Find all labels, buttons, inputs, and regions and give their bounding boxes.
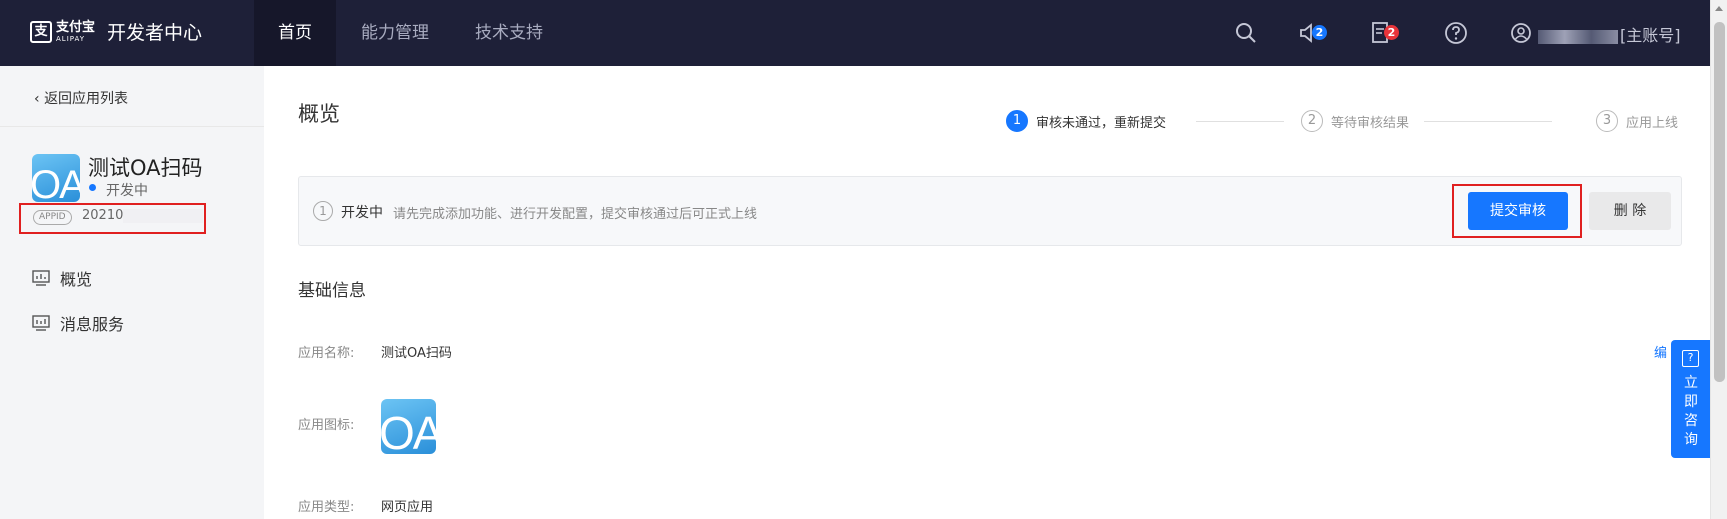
- app-status: 开发中: [106, 183, 148, 199]
- site-title: 开发者中心: [107, 22, 203, 44]
- notice-message: 请先完成添加功能、进行开发配置，提交审核通过后可正式上线: [393, 207, 758, 222]
- message-service-icon: [32, 315, 50, 331]
- consult-now-label: 立即咨询: [1684, 375, 1698, 448]
- step-3-label: 应用上线: [1626, 115, 1679, 131]
- app-icon-preview-text: OA: [381, 407, 436, 454]
- highlight-box-appid: [19, 203, 206, 234]
- logo-en-text: ALIPAY: [56, 34, 86, 43]
- account-role: [主账号]: [1620, 26, 1681, 45]
- back-link-label: 返回应用列表: [44, 91, 129, 107]
- sidebar-item-message-service-label: 消息服务: [60, 315, 125, 334]
- page-title: 概览: [298, 102, 340, 126]
- app-icon-preview: OA: [381, 399, 436, 454]
- scroll-up-arrow-icon[interactable]: [1715, 6, 1723, 11]
- step-3-number: 3: [1596, 110, 1618, 132]
- edit-link[interactable]: 编: [1654, 342, 1667, 361]
- account-name-masked: [1538, 29, 1618, 44]
- step-2: 2 等待审核结果: [1301, 110, 1409, 132]
- step-1-number: 1: [1006, 110, 1028, 132]
- chevron-left-icon: ‹: [34, 91, 40, 107]
- user-avatar-icon[interactable]: [1510, 21, 1536, 45]
- consult-now-widget[interactable]: ? 立即咨询: [1671, 340, 1710, 458]
- logo-cn-text: 支付宝: [56, 19, 96, 35]
- task-badge: 2: [1384, 25, 1399, 40]
- sidebar-item-message-service[interactable]: 消息服务: [32, 311, 124, 335]
- dashboard-icon: [32, 270, 50, 286]
- app-type-label: 应用类型:: [298, 500, 355, 515]
- step-2-number: 2: [1301, 110, 1323, 132]
- sidebar-divider: [0, 126, 264, 127]
- step-1: 1 审核未通过，重新提交: [1006, 110, 1166, 132]
- notification-badge: 2: [1312, 25, 1327, 40]
- alipay-logo-icon: 支: [30, 20, 52, 43]
- alipay-logo[interactable]: 支 支付宝 ALIPAY 开发者中心: [30, 18, 202, 45]
- step-connector: [1196, 121, 1284, 122]
- sidebar: ‹ 返回应用列表 OA: [0, 66, 264, 519]
- delete-button[interactable]: 删 除: [1589, 192, 1671, 230]
- task-list-icon[interactable]: 2: [1370, 21, 1399, 45]
- announcement-icon[interactable]: 2: [1298, 21, 1327, 45]
- app-icon-text: OA: [32, 163, 80, 202]
- app-name-value: 测试OA扫码: [381, 346, 452, 361]
- top-navigation-bar: 支 支付宝 ALIPAY 开发者中心 首页 能力管理 技术支持 2 2 [主账号…: [0, 0, 1710, 66]
- sidebar-item-overview[interactable]: 概览: [32, 266, 92, 290]
- main-content: 概览 1 审核未通过，重新提交 2 等待审核结果 3 应用上线 1 开发中 请先…: [264, 66, 1710, 519]
- search-icon[interactable]: [1234, 21, 1260, 45]
- step-connector: [1424, 121, 1552, 122]
- section-title-basic-info: 基础信息: [298, 281, 366, 301]
- step-1-label: 审核未通过，重新提交: [1036, 115, 1167, 131]
- back-to-app-list-link[interactable]: ‹ 返回应用列表: [34, 88, 128, 108]
- consult-question-icon: ?: [1682, 350, 1699, 367]
- status-dot-icon: [89, 184, 96, 191]
- nav-tab-home[interactable]: 首页: [254, 0, 336, 66]
- app-type-value: 网页应用: [381, 500, 434, 515]
- step-2-label: 等待审核结果: [1331, 115, 1410, 131]
- account-name[interactable]: [主账号]: [1538, 22, 1681, 46]
- scrollbar-thumb[interactable]: [1714, 22, 1725, 382]
- notice-step-number: 1: [313, 201, 333, 221]
- app-icon-label: 应用图标:: [298, 418, 355, 433]
- highlight-box-submit: [1452, 184, 1582, 238]
- app-name-label: 应用名称:: [298, 346, 355, 361]
- nav-tab-support[interactable]: 技术支持: [464, 0, 554, 66]
- app-icon: OA: [32, 154, 80, 202]
- app-name: 测试OA扫码: [88, 156, 203, 180]
- notice-status: 开发中: [341, 205, 383, 221]
- nav-tab-capability[interactable]: 能力管理: [350, 0, 440, 66]
- help-icon[interactable]: [1444, 21, 1470, 45]
- page-scrollbar[interactable]: [1710, 0, 1727, 519]
- step-3: 3 应用上线: [1596, 110, 1678, 132]
- sidebar-item-overview-label: 概览: [60, 270, 93, 289]
